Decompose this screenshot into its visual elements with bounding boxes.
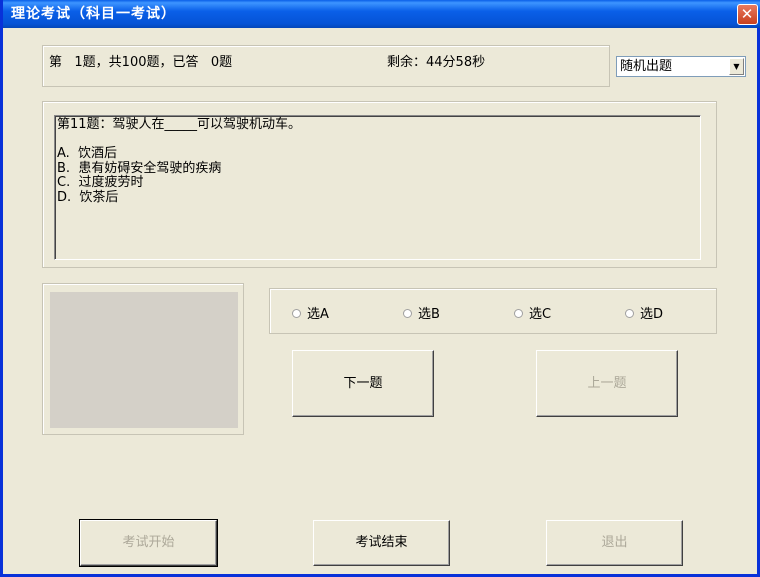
question-blank-line [57, 133, 698, 148]
radio-icon[interactable] [403, 309, 412, 318]
radio-label-a: 选A [307, 307, 329, 322]
end-exam-button[interactable]: 考试结束 [313, 520, 450, 566]
close-icon: ✕ [740, 5, 755, 23]
question-mode-value: 随机出题 [620, 59, 673, 74]
radio-option-a[interactable]: 选A [292, 303, 329, 322]
exit-button[interactable]: 退出 [546, 520, 683, 566]
radio-option-c[interactable]: 选C [514, 303, 551, 322]
remaining-time: 剩余：44分58秒 [387, 55, 486, 70]
prev-question-button[interactable]: 上一题 [536, 350, 678, 417]
radio-icon[interactable] [514, 309, 523, 318]
question-stem: 第11题：驾驶人在_____可以驾驶机动车。 [57, 117, 302, 132]
radio-option-d[interactable]: 选D [625, 303, 663, 322]
chevron-down-icon[interactable]: ▼ [729, 58, 744, 75]
title-bar: 理论考试（科目一考试） ✕ [3, 0, 760, 28]
question-mode-select[interactable]: 随机出题 ▼ [616, 56, 746, 77]
progress-text: 第 1题，共100题，已答 0题 [49, 55, 233, 70]
option-d-text: D. 饮茶后 [57, 189, 119, 205]
window-title: 理论考试（科目一考试） [11, 6, 176, 22]
radio-option-b[interactable]: 选B [403, 303, 440, 322]
next-question-button[interactable]: 下一题 [292, 350, 434, 417]
radio-icon[interactable] [292, 309, 301, 318]
option-c-text: C. 过度疲劳时 [57, 175, 144, 190]
exam-window: 理论考试（科目一考试） ✕ 第 1题，共100题，已答 0题 剩余：44分58秒… [0, 0, 760, 577]
radio-icon[interactable] [625, 309, 634, 318]
close-button[interactable]: ✕ [737, 4, 758, 25]
option-a-text: A. 饮酒后 [57, 146, 118, 161]
start-exam-button[interactable]: 考试开始 [79, 519, 218, 567]
radio-label-c: 选C [529, 307, 552, 322]
option-b-text: B. 患有妨碍安全驾驶的疾病 [57, 160, 222, 176]
question-text-area: 第11题：驾驶人在_____可以驾驶机动车。 A. 饮酒后 B. 患有妨碍安全驾… [54, 115, 701, 260]
radio-label-b: 选B [418, 307, 440, 322]
radio-label-d: 选D [640, 307, 664, 322]
question-image [50, 292, 238, 428]
